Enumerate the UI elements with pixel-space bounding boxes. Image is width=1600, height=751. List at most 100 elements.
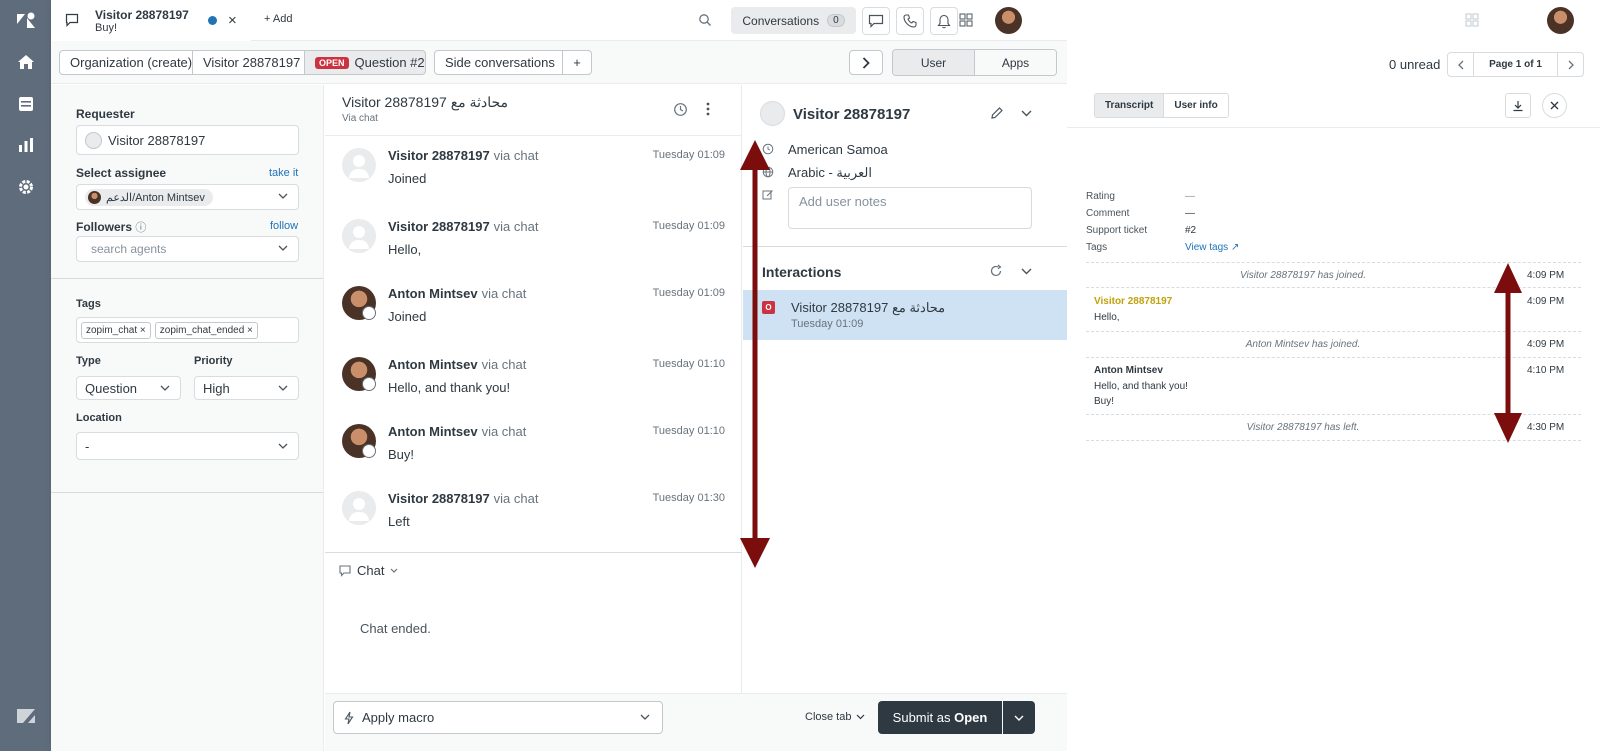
conversations-button[interactable]: Conversations 0 [731,7,856,34]
requester-field[interactable]: Visitor 28878197 [76,125,299,155]
apply-macro-select[interactable]: Apply macro [333,701,663,734]
message-item: Visitor 28878197 via chat Tuesday 01:09 H… [325,208,742,278]
ticket-tab[interactable]: Visitor 28878197 Buy! × [51,0,251,41]
message-item: Anton Mintsev via chat Tuesday 01:10 Hell… [325,346,742,416]
context-segment: User Apps [892,49,1057,76]
requester-avatar-icon [85,131,102,149]
edit-pencil-icon[interactable] [990,106,1004,120]
requester-label: Requester [76,107,135,121]
priority-select[interactable]: High [194,376,299,400]
conversations-label: Conversations [742,13,820,28]
refresh-icon[interactable] [989,264,1003,278]
breadcrumb-requester-label: Visitor 28878197 [203,55,301,70]
submit-prefix: Submit as [892,710,955,725]
chevron-down-icon [391,568,398,573]
top-bar: Visitor 28878197 Buy! × + Add Conversati… [51,0,1067,41]
assignee-select[interactable]: الدعم/Anton Mintsev [76,184,299,210]
divider [743,246,1067,247]
chat-bubble-icon [65,13,79,27]
breadcrumb-ticket[interactable]: OPEN Question #2 [304,50,426,75]
close-icon[interactable]: × [228,12,237,29]
interaction-item[interactable]: O Visitor 28878197 محادثة مع Tuesday 01:… [743,290,1067,340]
phone-icon[interactable] [896,7,924,35]
add-tab-button[interactable]: + Add [264,13,292,25]
history-icon[interactable] [673,102,688,117]
ticket-toolbar: Organization (create) Visitor 28878197 O… [51,41,1067,84]
visitor-avatar [342,148,376,182]
location-select[interactable]: - [76,432,299,460]
user-avatar[interactable] [1547,7,1574,34]
chevron-down-icon [278,193,288,199]
take-it-link[interactable]: take it [269,167,298,179]
chevron-down-icon [857,714,865,720]
comment-value: — [1185,208,1195,219]
assignee-value: الدعم/Anton Mintsev [106,191,205,204]
zendesk-z-icon[interactable] [15,705,37,727]
chevron-down-icon[interactable] [1021,110,1032,117]
next-page-button[interactable] [1557,53,1583,76]
event-time: 4:10 PM [1527,365,1565,376]
view-tags-link[interactable]: View tags ↗ [1185,242,1239,253]
admin-gear-icon[interactable] [15,176,37,198]
user-avatar-icon [760,101,785,126]
user-notes-textarea[interactable]: Add user notes [788,187,1032,229]
visitor-avatar [342,219,376,253]
interactions-heading: Interactions [762,264,842,280]
breadcrumb-organization[interactable]: Organization (create) [59,50,193,75]
follow-link[interactable]: follow [270,220,298,232]
tag-chip[interactable]: zopim_chat_ended × [154,321,258,339]
tab-transcript[interactable]: Transcript [1095,94,1165,117]
message-body: Hello, [388,242,422,257]
close-tab-select[interactable]: Close tab [805,711,865,723]
message-item: Anton Mintsev via chat Tuesday 01:10 Buy! [325,413,742,483]
message-author: Anton Mintsev via chat [388,424,527,439]
assignee-label: Select assignee [76,166,167,180]
lightning-icon [344,711,354,724]
views-icon[interactable] [15,93,37,115]
search-icon[interactable] [698,13,712,27]
more-options-icon[interactable] [706,102,710,116]
tab-user[interactable]: User [893,50,975,75]
submit-button[interactable]: Submit as Open [878,701,1002,734]
tab-title: Visitor 28878197 [95,8,189,22]
rating-label: Rating [1086,191,1115,202]
conversation-subtitle: Via chat [342,113,378,124]
message-author: Anton Mintsev via chat [388,286,527,301]
chevron-down-icon[interactable] [1021,268,1032,275]
submit-options-button[interactable] [1003,701,1035,734]
download-button[interactable] [1505,93,1531,118]
product-nav [0,0,51,751]
user-location: American Samoa [788,142,888,157]
breadcrumb-requester[interactable]: Visitor 28878197 [192,50,305,75]
tab-user-info[interactable]: User info [1164,94,1227,117]
priority-value: High [203,380,230,396]
location-value: - [85,438,90,454]
message-body: Joined [388,171,427,186]
home-icon[interactable] [15,51,37,73]
prev-page-button[interactable] [1448,53,1474,76]
page-indicator: Page 1 of 1 [1489,59,1542,70]
message-time: Tuesday 01:10 [652,358,725,370]
chat-icon[interactable] [862,7,890,35]
system-event: Visitor 28878197 has joined. [1239,270,1367,281]
expand-panel-button[interactable] [849,50,883,75]
notifications-bell-icon[interactable] [930,7,958,35]
type-select[interactable]: Question [76,376,181,400]
tab-apps[interactable]: Apps [975,50,1056,75]
add-side-conversation-button[interactable]: + [562,50,592,75]
channel-switcher[interactable]: Chat [339,563,398,578]
info-icon: ⓘ [135,222,147,234]
side-conversations-button[interactable]: Side conversations [434,50,563,75]
message-time: Tuesday 01:09 [652,149,725,161]
apps-grid-icon[interactable] [959,13,973,27]
zendesk-logo-icon[interactable] [15,10,37,32]
tag-chip[interactable]: zopim_chat × [81,321,151,339]
reporting-icon[interactable] [15,134,37,156]
message-time: Tuesday 01:09 [652,220,725,232]
user-avatar[interactable] [995,7,1022,34]
close-transcript-button[interactable] [1542,93,1567,118]
apps-grid-icon[interactable] [1465,13,1479,27]
followers-input[interactable]: search agents [76,236,299,262]
chevron-down-icon [278,385,288,391]
tags-input[interactable]: zopim_chat × zopim_chat_ended × [76,317,299,343]
